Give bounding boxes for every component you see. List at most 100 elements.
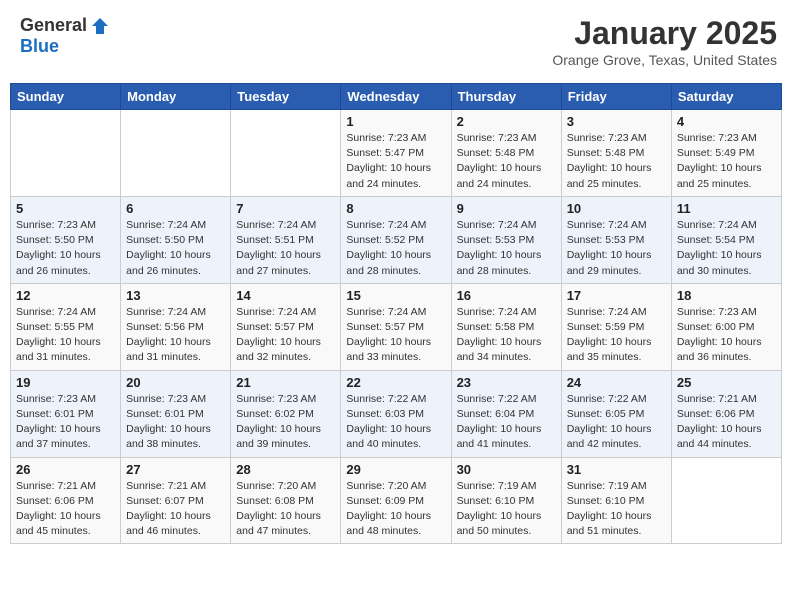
day-info: Sunrise: 7:23 AM Sunset: 6:01 PM Dayligh… bbox=[16, 392, 115, 453]
day-info: Sunrise: 7:20 AM Sunset: 6:08 PM Dayligh… bbox=[236, 479, 335, 540]
day-info: Sunrise: 7:22 AM Sunset: 6:03 PM Dayligh… bbox=[346, 392, 445, 453]
calendar-cell bbox=[11, 110, 121, 197]
day-info: Sunrise: 7:23 AM Sunset: 5:50 PM Dayligh… bbox=[16, 218, 115, 279]
calendar-cell: 1 Sunrise: 7:23 AM Sunset: 5:47 PM Daylig… bbox=[341, 110, 451, 197]
calendar-week-row: 5 Sunrise: 7:23 AM Sunset: 5:50 PM Daylig… bbox=[11, 196, 782, 283]
calendar-cell: 13 Sunrise: 7:24 AM Sunset: 5:56 PM Dayli… bbox=[121, 283, 231, 370]
calendar-cell: 19 Sunrise: 7:23 AM Sunset: 6:01 PM Dayli… bbox=[11, 370, 121, 457]
calendar-cell: 24 Sunrise: 7:22 AM Sunset: 6:05 PM Dayli… bbox=[561, 370, 671, 457]
calendar-cell: 4 Sunrise: 7:23 AM Sunset: 5:49 PM Daylig… bbox=[671, 110, 781, 197]
day-info: Sunrise: 7:23 AM Sunset: 5:48 PM Dayligh… bbox=[457, 131, 556, 192]
day-info: Sunrise: 7:24 AM Sunset: 5:59 PM Dayligh… bbox=[567, 305, 666, 366]
day-number: 5 bbox=[16, 201, 115, 216]
weekday-header: Saturday bbox=[671, 84, 781, 110]
logo-general: General bbox=[20, 15, 87, 36]
day-number: 19 bbox=[16, 375, 115, 390]
day-number: 29 bbox=[346, 462, 445, 477]
weekday-header-row: SundayMondayTuesdayWednesdayThursdayFrid… bbox=[11, 84, 782, 110]
day-info: Sunrise: 7:20 AM Sunset: 6:09 PM Dayligh… bbox=[346, 479, 445, 540]
weekday-header: Monday bbox=[121, 84, 231, 110]
calendar-cell: 26 Sunrise: 7:21 AM Sunset: 6:06 PM Dayli… bbox=[11, 457, 121, 544]
calendar-cell: 16Sunrise: 7:24 AM Sunset: 5:58 PM Dayli… bbox=[451, 283, 561, 370]
day-info: Sunrise: 7:23 AM Sunset: 5:49 PM Dayligh… bbox=[677, 131, 776, 192]
day-number: 8 bbox=[346, 201, 445, 216]
logo-icon bbox=[90, 16, 110, 36]
day-info: Sunrise: 7:19 AM Sunset: 6:10 PM Dayligh… bbox=[457, 479, 556, 540]
calendar-cell: 21 Sunrise: 7:23 AM Sunset: 6:02 PM Dayli… bbox=[231, 370, 341, 457]
day-info: Sunrise: 7:23 AM Sunset: 5:48 PM Dayligh… bbox=[567, 131, 666, 192]
day-info: Sunrise: 7:24 AM Sunset: 5:55 PM Dayligh… bbox=[16, 305, 115, 366]
calendar-cell: 23Sunrise: 7:22 AM Sunset: 6:04 PM Dayli… bbox=[451, 370, 561, 457]
day-number: 18 bbox=[677, 288, 776, 303]
day-number: 15 bbox=[346, 288, 445, 303]
weekday-header: Sunday bbox=[11, 84, 121, 110]
calendar-cell: 18 Sunrise: 7:23 AM Sunset: 6:00 PM Dayli… bbox=[671, 283, 781, 370]
day-number: 9 bbox=[457, 201, 556, 216]
calendar-cell: 7 Sunrise: 7:24 AM Sunset: 5:51 PM Daylig… bbox=[231, 196, 341, 283]
day-info: Sunrise: 7:22 AM Sunset: 6:05 PM Dayligh… bbox=[567, 392, 666, 453]
logo: General Blue bbox=[20, 15, 110, 57]
day-number: 25 bbox=[677, 375, 776, 390]
calendar-cell: 20 Sunrise: 7:23 AM Sunset: 6:01 PM Dayli… bbox=[121, 370, 231, 457]
calendar-cell: 27Sunrise: 7:21 AM Sunset: 6:07 PM Dayli… bbox=[121, 457, 231, 544]
day-number: 28 bbox=[236, 462, 335, 477]
title-block: January 2025 Orange Grove, Texas, United… bbox=[552, 15, 777, 68]
day-number: 20 bbox=[126, 375, 225, 390]
calendar-cell: 8 Sunrise: 7:24 AM Sunset: 5:52 PM Daylig… bbox=[341, 196, 451, 283]
calendar-cell: 2Sunrise: 7:23 AM Sunset: 5:48 PM Daylig… bbox=[451, 110, 561, 197]
calendar-cell: 17 Sunrise: 7:24 AM Sunset: 5:59 PM Dayli… bbox=[561, 283, 671, 370]
day-number: 21 bbox=[236, 375, 335, 390]
day-info: Sunrise: 7:24 AM Sunset: 5:52 PM Dayligh… bbox=[346, 218, 445, 279]
day-number: 26 bbox=[16, 462, 115, 477]
day-number: 6 bbox=[126, 201, 225, 216]
day-number: 11 bbox=[677, 201, 776, 216]
day-number: 3 bbox=[567, 114, 666, 129]
day-info: Sunrise: 7:19 AM Sunset: 6:10 PM Dayligh… bbox=[567, 479, 666, 540]
location: Orange Grove, Texas, United States bbox=[552, 52, 777, 68]
calendar-cell: 29 Sunrise: 7:20 AM Sunset: 6:09 PM Dayli… bbox=[341, 457, 451, 544]
day-info: Sunrise: 7:23 AM Sunset: 6:01 PM Dayligh… bbox=[126, 392, 225, 453]
day-number: 24 bbox=[567, 375, 666, 390]
day-info: Sunrise: 7:23 AM Sunset: 6:02 PM Dayligh… bbox=[236, 392, 335, 453]
weekday-header: Friday bbox=[561, 84, 671, 110]
day-number: 14 bbox=[236, 288, 335, 303]
day-info: Sunrise: 7:24 AM Sunset: 5:56 PM Dayligh… bbox=[126, 305, 225, 366]
calendar-cell: 6Sunrise: 7:24 AM Sunset: 5:50 PM Daylig… bbox=[121, 196, 231, 283]
calendar-cell: 22Sunrise: 7:22 AM Sunset: 6:03 PM Dayli… bbox=[341, 370, 451, 457]
calendar-cell bbox=[121, 110, 231, 197]
day-info: Sunrise: 7:24 AM Sunset: 5:58 PM Dayligh… bbox=[457, 305, 556, 366]
weekday-header: Thursday bbox=[451, 84, 561, 110]
calendar-cell: 5 Sunrise: 7:23 AM Sunset: 5:50 PM Daylig… bbox=[11, 196, 121, 283]
day-info: Sunrise: 7:23 AM Sunset: 5:47 PM Dayligh… bbox=[346, 131, 445, 192]
day-info: Sunrise: 7:23 AM Sunset: 6:00 PM Dayligh… bbox=[677, 305, 776, 366]
day-info: Sunrise: 7:24 AM Sunset: 5:53 PM Dayligh… bbox=[567, 218, 666, 279]
calendar-cell: 15 Sunrise: 7:24 AM Sunset: 5:57 PM Dayli… bbox=[341, 283, 451, 370]
day-info: Sunrise: 7:21 AM Sunset: 6:06 PM Dayligh… bbox=[677, 392, 776, 453]
day-number: 30 bbox=[457, 462, 556, 477]
day-number: 7 bbox=[236, 201, 335, 216]
page-header: General Blue January 2025 Orange Grove, … bbox=[10, 10, 782, 73]
day-info: Sunrise: 7:24 AM Sunset: 5:51 PM Dayligh… bbox=[236, 218, 335, 279]
calendar-cell: 3 Sunrise: 7:23 AM Sunset: 5:48 PM Daylig… bbox=[561, 110, 671, 197]
calendar-week-row: 19 Sunrise: 7:23 AM Sunset: 6:01 PM Dayli… bbox=[11, 370, 782, 457]
day-info: Sunrise: 7:21 AM Sunset: 6:06 PM Dayligh… bbox=[16, 479, 115, 540]
calendar-week-row: 26 Sunrise: 7:21 AM Sunset: 6:06 PM Dayli… bbox=[11, 457, 782, 544]
calendar-cell bbox=[231, 110, 341, 197]
day-info: Sunrise: 7:21 AM Sunset: 6:07 PM Dayligh… bbox=[126, 479, 225, 540]
day-number: 13 bbox=[126, 288, 225, 303]
calendar-week-row: 12 Sunrise: 7:24 AM Sunset: 5:55 PM Dayli… bbox=[11, 283, 782, 370]
day-info: Sunrise: 7:24 AM Sunset: 5:54 PM Dayligh… bbox=[677, 218, 776, 279]
day-info: Sunrise: 7:24 AM Sunset: 5:57 PM Dayligh… bbox=[236, 305, 335, 366]
day-number: 4 bbox=[677, 114, 776, 129]
calendar-cell: 28 Sunrise: 7:20 AM Sunset: 6:08 PM Dayli… bbox=[231, 457, 341, 544]
weekday-header: Wednesday bbox=[341, 84, 451, 110]
day-number: 1 bbox=[346, 114, 445, 129]
day-number: 12 bbox=[16, 288, 115, 303]
calendar: SundayMondayTuesdayWednesdayThursdayFrid… bbox=[10, 83, 782, 544]
day-number: 17 bbox=[567, 288, 666, 303]
day-number: 23 bbox=[457, 375, 556, 390]
logo-blue: Blue bbox=[20, 36, 59, 57]
calendar-cell: 10Sunrise: 7:24 AM Sunset: 5:53 PM Dayli… bbox=[561, 196, 671, 283]
day-info: Sunrise: 7:24 AM Sunset: 5:57 PM Dayligh… bbox=[346, 305, 445, 366]
calendar-week-row: 1 Sunrise: 7:23 AM Sunset: 5:47 PM Daylig… bbox=[11, 110, 782, 197]
